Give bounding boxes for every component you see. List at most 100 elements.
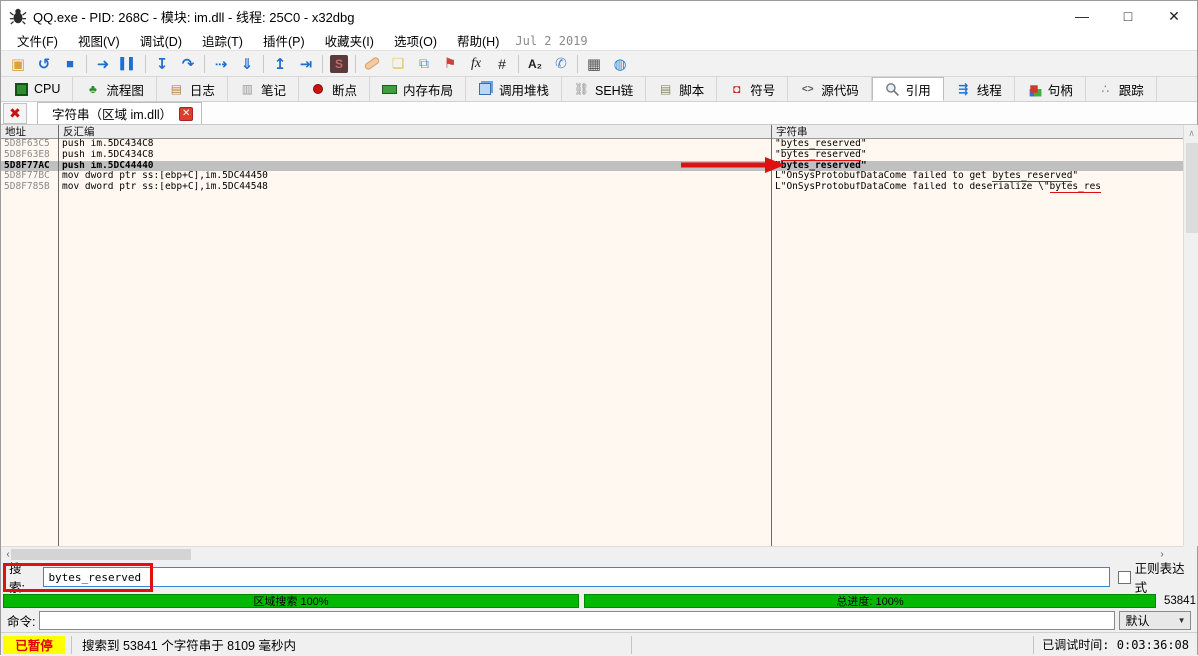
tab-trace[interactable]: ∴跟踪	[1086, 77, 1157, 101]
table-row[interactable]: 5D8F77BC mov dword ptr ss:[ebp+C],im.5DC…	[1, 171, 1183, 182]
window-title: QQ.exe - PID: 268C - 模块: im.dll - 线程: 25…	[33, 7, 355, 26]
trace-over-icon[interactable]: ⇓	[234, 52, 260, 75]
scylla-icon[interactable]: S	[326, 52, 352, 75]
tab-notes[interactable]: ▥笔记	[228, 77, 299, 101]
minimize-button[interactable]: —	[1059, 1, 1105, 31]
view-tab-bar: CPU ♣流程图 ▤日志 ▥笔记 断点 内存布局 调用堆栈 ⛓SEH链 ▤脚本 …	[1, 77, 1197, 102]
restart-icon[interactable]: ↺	[31, 52, 57, 75]
column-divider	[771, 125, 772, 546]
trace-into-icon[interactable]: ⇢	[208, 52, 234, 75]
function-icon[interactable]: fx	[463, 52, 489, 75]
tab-breakpoints[interactable]: 断点	[299, 77, 370, 101]
search-match: bytes_reserved	[781, 139, 861, 150]
symbols-icon: ◘	[729, 82, 744, 97]
memory-icon	[382, 85, 397, 94]
table-row[interactable]: 5D8F785B mov dword ptr ss:[ebp+C],im.5DC…	[1, 182, 1183, 193]
menu-options[interactable]: 选项(O)	[384, 30, 447, 51]
bug-icon	[9, 7, 27, 25]
search-input[interactable]	[43, 567, 1109, 587]
scroll-up-icon[interactable]: ∧	[1184, 125, 1198, 141]
total-progressbar: 总进度: 100%	[584, 594, 1156, 608]
tab-memory-map[interactable]: 内存布局	[370, 77, 466, 101]
chevron-down-icon: ▼	[1178, 616, 1186, 625]
tab-seh[interactable]: ⛓SEH链	[562, 77, 646, 101]
references-table[interactable]: 地址 反汇编 字符串 5D8F63C5 push im.5DC434C8 "by…	[1, 125, 1183, 546]
execute-till-return-icon[interactable]: ↥	[267, 52, 293, 75]
search-match: bytes_reserved	[781, 161, 861, 172]
calculator-icon[interactable]: ▦	[581, 52, 607, 75]
toolbar: ▣ ↺ ■ ➜ ▌▌ ↧ ↷ ⇢ ⇓ ↥ ⇥ S ❏ ⧉ ⚑ fx # A₂ ✆…	[1, 50, 1197, 77]
tab-log[interactable]: ▤日志	[157, 77, 228, 101]
run-icon[interactable]: ➜	[90, 52, 116, 75]
horizontal-scroll-thumb[interactable]	[11, 549, 191, 560]
menu-plugins[interactable]: 插件(P)	[253, 30, 315, 51]
regex-label: 正则表达式	[1135, 558, 1197, 596]
menu-trace[interactable]: 追踪(T)	[192, 30, 253, 51]
tab-handles[interactable]: 句柄	[1015, 77, 1086, 101]
tab-call-stack[interactable]: 调用堆栈	[466, 77, 562, 101]
script-icon: ▤	[658, 82, 673, 97]
step-into-icon[interactable]: ↧	[149, 52, 175, 75]
table-row[interactable]: 5D8F63C5 push im.5DC434C8 "bytes_reserve…	[1, 139, 1183, 150]
open-folder-icon[interactable]: ▣	[5, 52, 31, 75]
menu-favourites[interactable]: 收藏夹(I)	[315, 30, 384, 51]
regex-checkbox[interactable]	[1118, 571, 1131, 584]
step-over-icon[interactable]: ↷	[175, 52, 201, 75]
bookmark-icon[interactable]: ⚑	[437, 52, 463, 75]
subtab-strings[interactable]: 字符串（区域 im.dll） ✕	[37, 102, 202, 124]
tab-cpu[interactable]: CPU	[3, 77, 73, 101]
reference-subtab-bar: ✖ 字符串（区域 im.dll） ✕	[1, 102, 1197, 125]
col-disassembly-header[interactable]: 反汇编	[63, 125, 95, 139]
progress-row: 区域搜索 100% 总进度: 100% 53841	[1, 593, 1197, 609]
tab-symbols[interactable]: ◘符号	[717, 77, 788, 101]
breakpoint-icon	[313, 84, 323, 94]
text-case-icon[interactable]: A₂	[522, 52, 548, 75]
tab-threads[interactable]: ⇶线程	[944, 77, 1015, 101]
source-icon: <>	[800, 82, 815, 97]
maximize-button[interactable]: □	[1105, 1, 1151, 31]
command-label: 命令:	[7, 611, 35, 630]
col-address-header[interactable]: 地址	[5, 125, 26, 139]
globe-icon[interactable]: ◍	[607, 52, 633, 75]
search-row: 搜索: 正则表达式	[1, 561, 1197, 593]
menu-debug[interactable]: 调试(D)	[130, 30, 192, 51]
status-message: 搜索到 53841 个字符串于 8109 毫秒内	[71, 636, 631, 654]
patch-icon[interactable]	[359, 52, 385, 75]
hash-icon[interactable]: #	[489, 52, 515, 75]
log-icon: ▤	[169, 82, 184, 97]
menu-file[interactable]: 文件(F)	[7, 30, 68, 51]
run-to-user-code-icon[interactable]: ⇥	[293, 52, 319, 75]
vertical-scrollbar[interactable]: ∧	[1183, 125, 1198, 546]
graph-icon: ♣	[85, 82, 100, 97]
tab-script[interactable]: ▤脚本	[646, 77, 717, 101]
col-string-header[interactable]: 字符串	[776, 125, 808, 139]
search-label: 搜索:	[9, 558, 37, 596]
subtab-close-icon[interactable]: ✕	[179, 107, 193, 121]
search-match: bytes_reserved	[992, 171, 1072, 182]
status-bar: 已暂停 搜索到 53841 个字符串于 8109 毫秒内 已调试时间: 0:03…	[1, 632, 1197, 656]
vertical-scroll-thumb[interactable]	[1186, 143, 1198, 233]
stop-icon[interactable]: ■	[57, 52, 83, 75]
menu-view[interactable]: 视图(V)	[68, 30, 130, 51]
handles-icon	[1031, 85, 1038, 92]
region-search-progressbar: 区域搜索 100%	[3, 594, 579, 608]
notify-icon[interactable]: ✆	[548, 52, 574, 75]
menu-help[interactable]: 帮助(H)	[447, 30, 509, 51]
command-profile-select[interactable]: 默认 ▼	[1119, 611, 1191, 630]
result-count: 53841	[1164, 595, 1196, 607]
labels-icon[interactable]: ⧉	[411, 52, 437, 75]
close-button[interactable]: ✕	[1151, 1, 1197, 31]
pause-icon[interactable]: ▌▌	[116, 52, 142, 75]
horizontal-scrollbar[interactable]: ‹ ›	[1, 546, 1183, 561]
tab-references[interactable]: 引用	[872, 77, 944, 101]
comments-icon[interactable]: ❏	[385, 52, 411, 75]
table-row[interactable]: 5D8F63E8 push im.5DC434C8 "bytes_reserve…	[1, 150, 1183, 161]
table-row-selected[interactable]: 5D8F77AC push im.5DC44440 "bytes_reserve…	[1, 161, 1183, 172]
search-match: bytes_reserved	[781, 150, 861, 161]
close-all-tabs-button[interactable]: ✖	[3, 103, 27, 124]
debug-state-badge: 已暂停	[3, 636, 65, 654]
tab-graph[interactable]: ♣流程图	[73, 77, 157, 101]
command-input[interactable]	[39, 611, 1115, 630]
build-date-label: Jul 2 2019	[509, 34, 587, 48]
tab-source[interactable]: <>源代码	[788, 77, 872, 101]
